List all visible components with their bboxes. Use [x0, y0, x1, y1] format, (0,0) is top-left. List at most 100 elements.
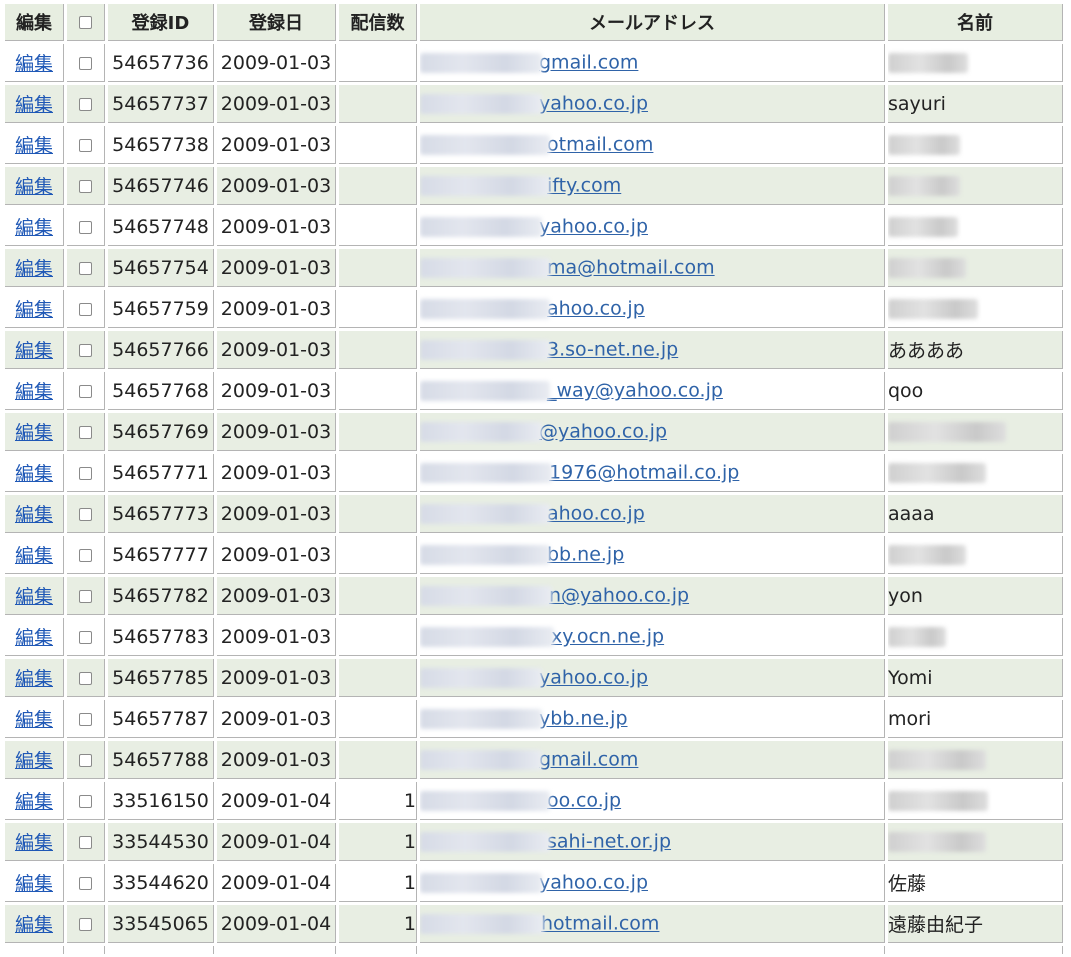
- table-row: 編集 54657773 2009-01-03 ahoo.co.jp aaaa: [5, 495, 1063, 533]
- select-cell: [67, 536, 105, 574]
- email-link[interactable]: sahi-net.or.jp: [547, 831, 671, 853]
- table-row: 編集 33516150 2009-01-04 1 oo.co.jp: [5, 782, 1063, 820]
- email-link[interactable]: ahoo.co.jp: [547, 503, 645, 525]
- row-checkbox[interactable]: [79, 179, 92, 193]
- edit-link[interactable]: 編集: [15, 299, 53, 321]
- row-checkbox[interactable]: [79, 917, 92, 931]
- row-checkbox[interactable]: [79, 589, 92, 603]
- email-link[interactable]: 1976@hotmail.co.jp: [549, 462, 739, 484]
- name-redacted: [888, 217, 958, 237]
- row-checkbox[interactable]: [79, 835, 92, 849]
- email-link[interactable]: @yahoo.co.jp: [539, 421, 667, 443]
- registration-date: 2009-01-03: [217, 454, 336, 492]
- email-redacted: [420, 380, 550, 401]
- email-link[interactable]: oo.co.jp: [547, 790, 621, 812]
- member-name: [888, 167, 1063, 205]
- row-checkbox[interactable]: [79, 56, 92, 70]
- email-cell: ahoo.co.jp: [420, 290, 885, 328]
- email-link[interactable]: gmail.com: [539, 749, 638, 771]
- row-checkbox[interactable]: [79, 753, 92, 767]
- select-cell: [67, 782, 105, 820]
- edit-link[interactable]: 編集: [15, 504, 53, 526]
- email-link[interactable]: yahoo.co.jp: [539, 93, 648, 115]
- registration-date: 2009-01-03: [217, 413, 336, 451]
- row-checkbox[interactable]: [79, 876, 92, 890]
- row-checkbox[interactable]: [79, 138, 92, 152]
- email-cell: gmail.com: [420, 44, 885, 82]
- edit-cell: 編集: [5, 618, 64, 656]
- row-checkbox[interactable]: [79, 794, 92, 808]
- edit-link[interactable]: 編集: [15, 586, 53, 608]
- email-link[interactable]: ahoo.co.jp: [547, 298, 645, 320]
- email-link[interactable]: yahoo.co.jp: [539, 872, 648, 894]
- email-link[interactable]: 3.so-net.ne.jp: [547, 339, 678, 361]
- delivery-count: [339, 618, 417, 656]
- member-id: 54657785: [108, 659, 214, 697]
- edit-link[interactable]: 編集: [15, 832, 53, 854]
- registration-date: 2009-01-03: [217, 700, 336, 738]
- select-all-checkbox[interactable]: [79, 16, 92, 29]
- edit-link[interactable]: 編集: [15, 422, 53, 444]
- table-row: 編集 33544530 2009-01-04 1 sahi-net.or.jp: [5, 823, 1063, 861]
- email-redacted: [420, 626, 554, 647]
- edit-link[interactable]: 編集: [15, 873, 53, 895]
- delivery-count: [339, 44, 417, 82]
- row-checkbox[interactable]: [79, 466, 92, 480]
- name-redacted: [888, 627, 946, 647]
- header-select-all[interactable]: [67, 4, 105, 41]
- edit-link[interactable]: 編集: [15, 340, 53, 362]
- registration-date: 2009-01-03: [217, 85, 336, 123]
- row-checkbox[interactable]: [79, 343, 92, 357]
- edit-cell: 編集: [5, 126, 64, 164]
- member-name: ああああ: [888, 331, 1063, 369]
- registration-date: 2009-01-04: [217, 782, 336, 820]
- email-link[interactable]: gmail.com: [539, 52, 638, 74]
- edit-link[interactable]: 編集: [15, 545, 53, 567]
- row-checkbox[interactable]: [79, 425, 92, 439]
- email-redacted: [420, 667, 542, 688]
- member-id: 54657766: [108, 331, 214, 369]
- edit-link[interactable]: 編集: [15, 627, 53, 649]
- email-link[interactable]: _way@yahoo.co.jp: [547, 380, 723, 402]
- email-link[interactable]: bb.ne.jp: [547, 544, 624, 566]
- table-row: 編集 54657748 2009-01-03 yahoo.co.jp: [5, 208, 1063, 246]
- edit-link[interactable]: 編集: [15, 176, 53, 198]
- edit-link[interactable]: 編集: [15, 791, 53, 813]
- row-checkbox[interactable]: [79, 384, 92, 398]
- edit-link[interactable]: 編集: [15, 258, 53, 280]
- edit-link[interactable]: 編集: [15, 217, 53, 239]
- email-link[interactable]: n@yahoo.co.jp: [549, 585, 689, 607]
- email-link[interactable]: yahoo.co.jp: [539, 667, 648, 689]
- row-checkbox[interactable]: [79, 671, 92, 685]
- row-checkbox[interactable]: [79, 220, 92, 234]
- edit-link[interactable]: 編集: [15, 94, 53, 116]
- edit-link[interactable]: 編集: [15, 381, 53, 403]
- edit-link[interactable]: 編集: [15, 463, 53, 485]
- edit-link[interactable]: 編集: [15, 53, 53, 75]
- row-checkbox[interactable]: [79, 302, 92, 316]
- table-row: 編集 33545065 2009-01-04 1 hotmail.com 遠藤由紀子: [5, 905, 1063, 943]
- select-cell: [67, 577, 105, 615]
- email-link[interactable]: otmail.com: [547, 134, 653, 156]
- row-checkbox[interactable]: [79, 712, 92, 726]
- table-row: 編集 54657782 2009-01-03 n@yahoo.co.jp yon: [5, 577, 1063, 615]
- email-link[interactable]: ybb.ne.jp: [539, 708, 628, 730]
- delivery-count: [339, 372, 417, 410]
- edit-link[interactable]: 編集: [15, 750, 53, 772]
- edit-link[interactable]: 編集: [15, 709, 53, 731]
- row-checkbox[interactable]: [79, 507, 92, 521]
- email-link[interactable]: hotmail.com: [541, 913, 659, 935]
- row-checkbox[interactable]: [79, 261, 92, 275]
- edit-link[interactable]: 編集: [15, 135, 53, 157]
- row-checkbox[interactable]: [79, 97, 92, 111]
- row-checkbox[interactable]: [79, 630, 92, 644]
- email-link[interactable]: ma@hotmail.com: [547, 257, 715, 279]
- edit-link[interactable]: 編集: [15, 668, 53, 690]
- delivery-count: [339, 290, 417, 328]
- email-link[interactable]: ifty.com: [547, 175, 621, 197]
- email-link[interactable]: yahoo.co.jp: [539, 216, 648, 238]
- edit-link[interactable]: 編集: [15, 914, 53, 936]
- member-id: 54657771: [108, 454, 214, 492]
- email-link[interactable]: xy.ocn.ne.jp: [551, 626, 664, 648]
- row-checkbox[interactable]: [79, 548, 92, 562]
